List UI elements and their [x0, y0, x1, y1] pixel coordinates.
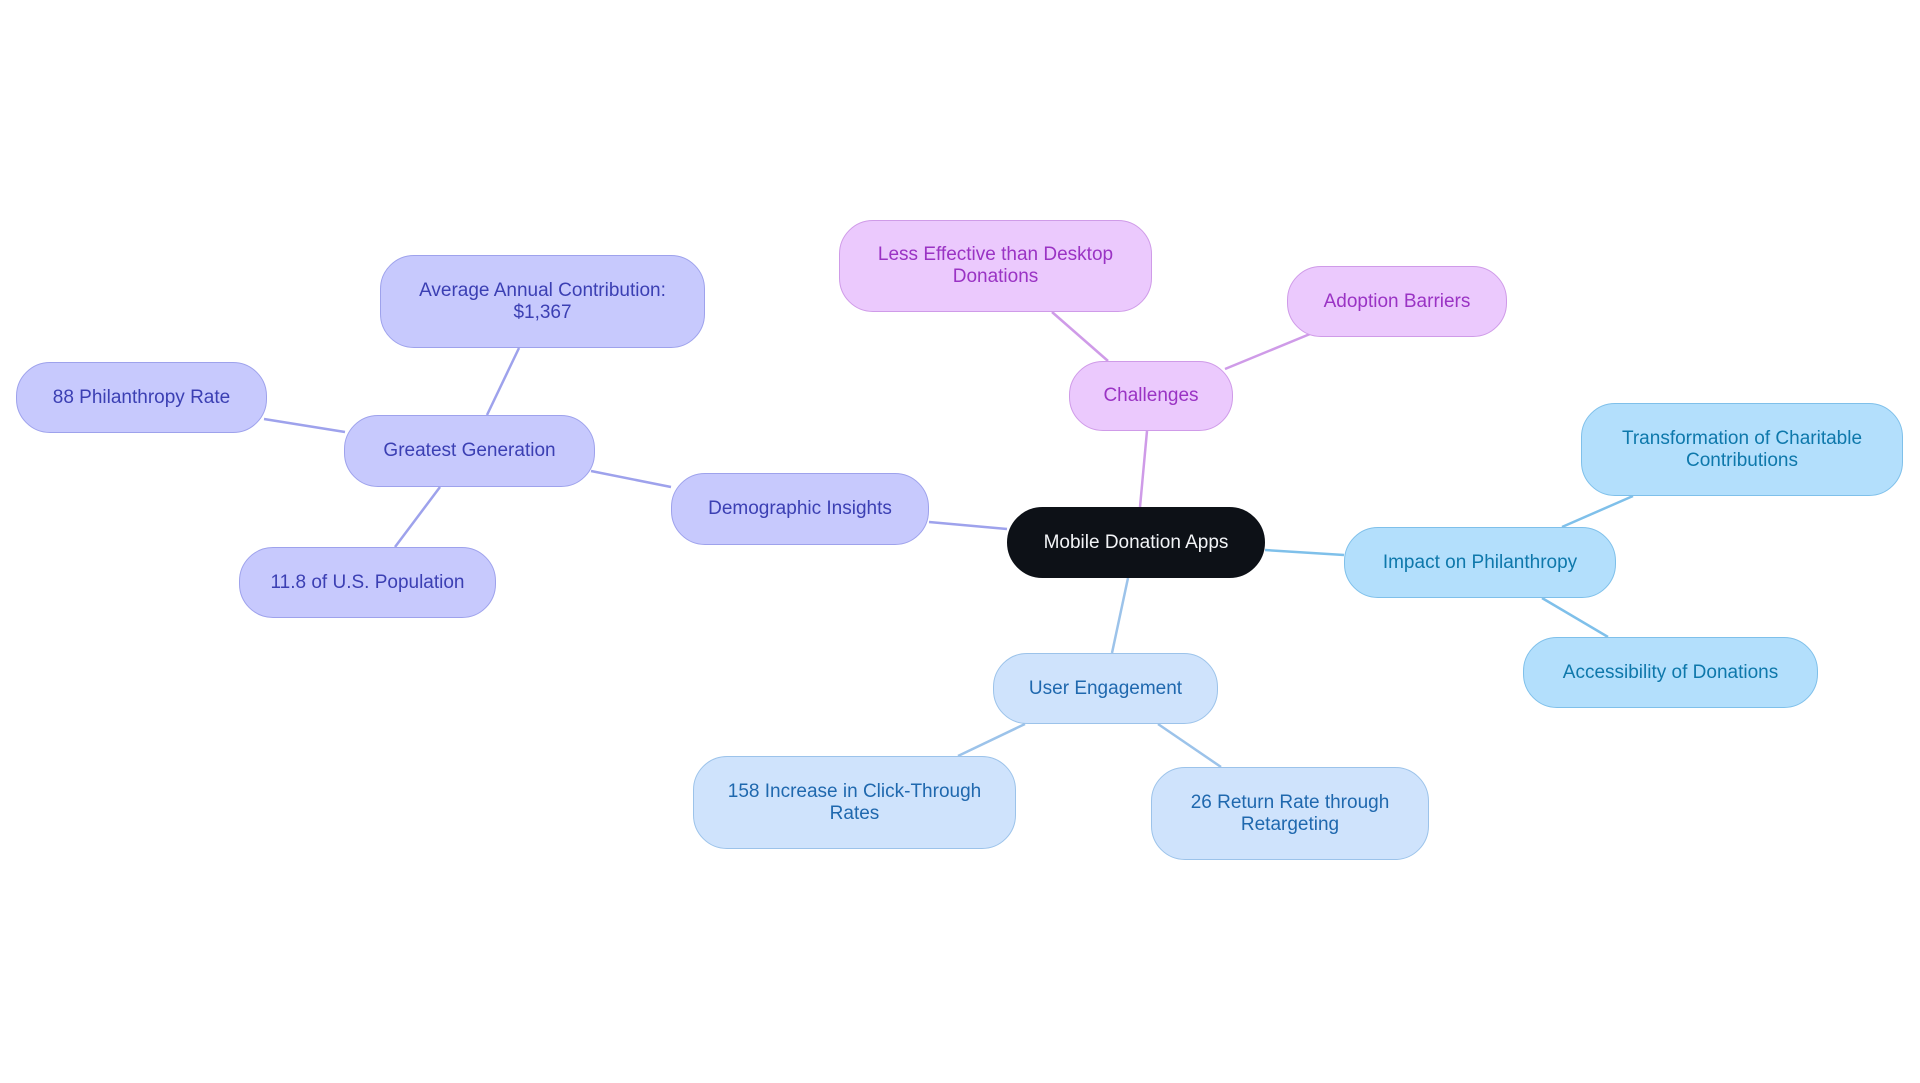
node-label: Accessibility of Donations [1562, 661, 1779, 683]
edge-impact-transform [1561, 494, 1634, 529]
edge-root-demographic [928, 520, 1008, 531]
edge-root-challenges [1138, 430, 1149, 508]
node-label: 11.8 of U.S. Population [270, 571, 465, 593]
node-user-engagement[interactable]: User Engagement [993, 653, 1218, 724]
node-label: Greatest Generation [383, 440, 556, 461]
node-label: Adoption Barriers [1323, 290, 1471, 312]
edge-root-impact [1264, 548, 1345, 557]
node-average-annual-contribution[interactable]: Average Annual Contribution: $1,367 [380, 255, 705, 348]
node-transformation[interactable]: Transformation of Charitable Contributio… [1581, 403, 1903, 496]
node-click-through[interactable]: 158 Increase in Click-Through Rates [693, 756, 1016, 849]
node-demographic-insights[interactable]: Demographic Insights [671, 473, 929, 545]
node-challenges[interactable]: Challenges [1069, 361, 1233, 431]
edge-greatest-pop [394, 486, 441, 548]
edges-layer [263, 311, 1634, 769]
node-label: 158 Increase in Click-Through Rates [727, 780, 982, 824]
edge-engagement-ret [1157, 722, 1222, 769]
node-label: 26 Return Rate through Retargeting [1190, 791, 1390, 835]
node-label: Less Effective than Desktop Donations [877, 244, 1114, 287]
edge-challenges-adoption [1224, 332, 1311, 371]
edge-impact-access [1541, 596, 1609, 639]
node-us-population[interactable]: 11.8 of U.S. Population [239, 547, 496, 618]
node-philanthropy-rate[interactable]: 88 Philanthropy Rate [16, 362, 267, 433]
node-accessibility[interactable]: Accessibility of Donations [1523, 637, 1818, 708]
root-node[interactable]: Mobile Donation Apps [1007, 507, 1265, 578]
node-label: Demographic Insights [708, 498, 892, 519]
edge-demographic-greatest [590, 469, 672, 489]
edge-greatest-avg [485, 347, 521, 416]
root-node-label: Mobile Donation Apps [1043, 531, 1229, 553]
node-return-rate[interactable]: 26 Return Rate through Retargeting [1151, 767, 1429, 860]
node-label: Average Annual Contribution: $1,367 [419, 279, 666, 323]
node-greatest-generation[interactable]: Greatest Generation [344, 415, 595, 487]
edge-challenges-lesseff [1051, 311, 1109, 362]
edge-root-engagement [1110, 577, 1130, 654]
node-label: Impact on Philanthropy [1382, 551, 1578, 573]
node-adoption-barriers[interactable]: Adoption Barriers [1287, 266, 1507, 337]
node-impact-on-philanthropy[interactable]: Impact on Philanthropy [1344, 527, 1616, 598]
node-less-effective[interactable]: Less Effective than Desktop Donations [839, 220, 1152, 312]
node-label: Challenges [1103, 385, 1199, 406]
edge-greatest-rate88 [263, 417, 346, 434]
node-label: Transformation of Charitable Contributio… [1621, 427, 1863, 471]
node-label: User Engagement [1028, 677, 1183, 699]
node-label: 88 Philanthropy Rate [52, 386, 231, 408]
edge-engagement-ctr [957, 722, 1026, 758]
